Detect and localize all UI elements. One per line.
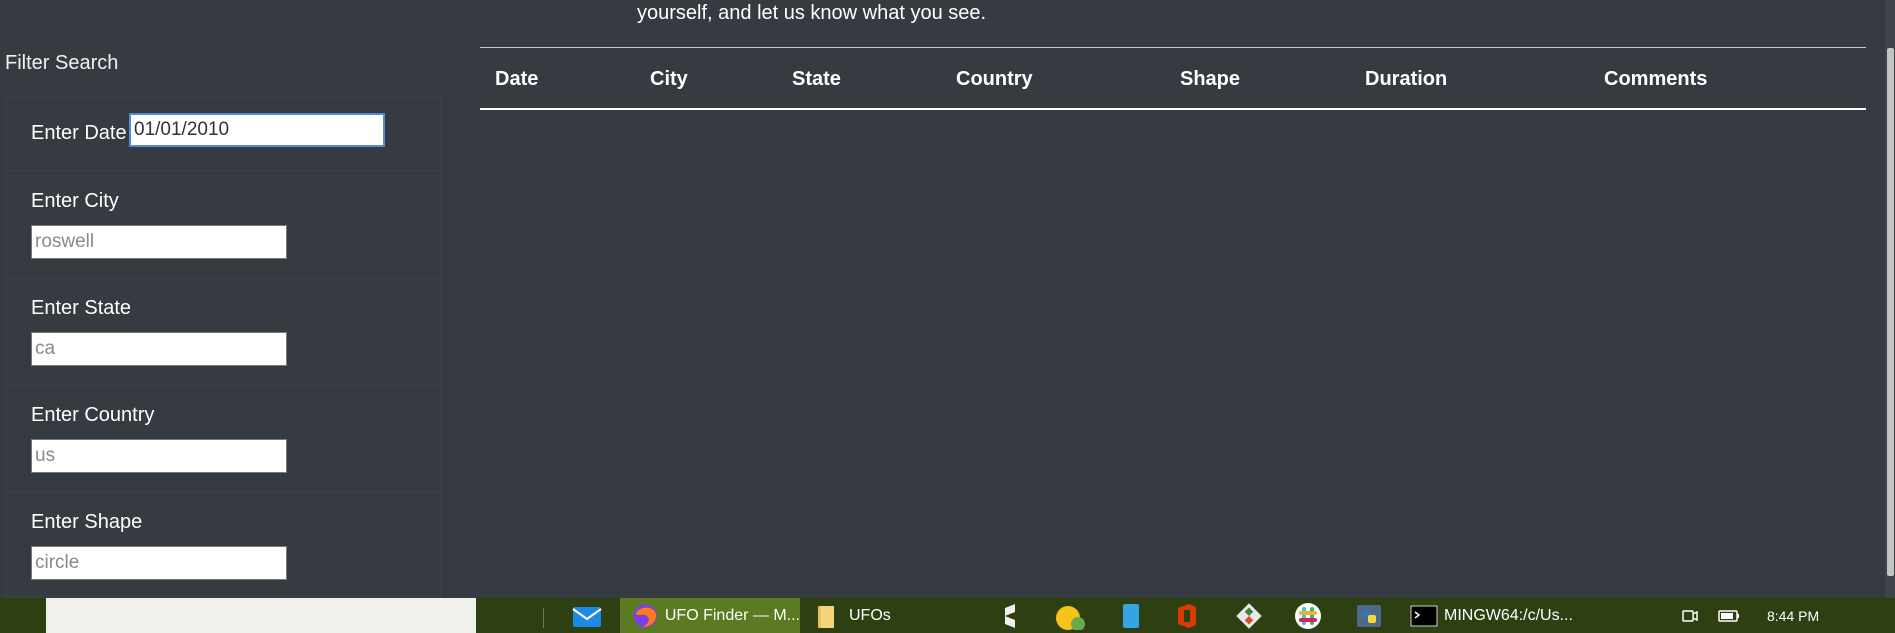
folder-icon: [818, 605, 834, 628]
taskbar-folder-window[interactable]: UFOs: [815, 598, 891, 633]
mail-button[interactable]: [572, 598, 602, 633]
column-header-state[interactable]: State: [792, 68, 841, 91]
git-button[interactable]: [1234, 598, 1264, 633]
taskbar: UFO Finder — M... UFOs MINGW64:/c/Us...: [0, 598, 1895, 633]
city-input[interactable]: [31, 225, 287, 259]
column-header-comments[interactable]: Comments: [1604, 68, 1707, 91]
page-scrollbar[interactable]: [1885, 0, 1895, 598]
mail-icon: [572, 606, 602, 627]
shape-label: Enter Shape: [31, 511, 143, 533]
city-label: Enter City: [31, 190, 119, 212]
shape-input[interactable]: [31, 546, 287, 580]
slack-icon: [1295, 602, 1321, 629]
terminal-icon: [1410, 605, 1438, 626]
state-label: Enter State: [31, 297, 132, 319]
python-button[interactable]: [1354, 598, 1384, 633]
office-button[interactable]: [1175, 598, 1199, 633]
date-label: Enter Date: [31, 122, 127, 144]
scrollbar-thumb[interactable]: [1887, 48, 1894, 576]
meet-now-button[interactable]: [1681, 598, 1699, 633]
results-table-header: Date City State Country Shape Duration C…: [480, 48, 1866, 110]
column-header-shape[interactable]: Shape: [1180, 68, 1240, 91]
firefox-icon: [633, 603, 657, 628]
battery-icon: [1718, 609, 1739, 622]
ufo-finder-page: yourself, and let us know what you see. …: [0, 0, 1895, 633]
filter-item-country: Enter Country: [7, 386, 440, 493]
column-header-duration[interactable]: Duration: [1365, 68, 1447, 91]
filter-item-date: Enter Date: [7, 98, 440, 171]
terminal-window-label: MINGW64:/c/Us...: [1444, 606, 1573, 624]
slack-button[interactable]: [1294, 598, 1322, 633]
office-icon: [1178, 603, 1196, 628]
date-input[interactable]: [129, 113, 385, 147]
phone-button[interactable]: [1121, 598, 1141, 633]
sublime-button[interactable]: [1000, 598, 1020, 633]
intro-text: yourself, and let us know what you see.: [637, 2, 987, 24]
taskbar-search-box[interactable]: [46, 598, 476, 633]
battery-button[interactable]: [1718, 598, 1740, 633]
firefox-window-label: UFO Finder — M...: [664, 606, 800, 624]
column-header-city[interactable]: City: [650, 68, 688, 91]
taskbar-clock[interactable]: 8:44 PM: [1767, 608, 1819, 624]
country-input[interactable]: [31, 439, 287, 473]
state-input[interactable]: [31, 332, 287, 366]
taskbar-separator: [543, 608, 544, 628]
filter-item-state: Enter State: [7, 279, 440, 386]
filter-item-shape: Enter Shape: [7, 493, 440, 598]
filter-item-city: Enter City: [7, 171, 440, 279]
taskbar-terminal-window[interactable]: MINGW64:/c/Us...: [1410, 598, 1573, 633]
sublime-icon: [1005, 603, 1015, 628]
folder-window-label: UFOs: [849, 606, 891, 624]
chrome-canary-icon: [1056, 605, 1085, 630]
phone-icon: [1123, 603, 1139, 628]
chrome-canary-button[interactable]: [1055, 598, 1087, 633]
filter-list: Enter Date Enter City Enter State Enter …: [6, 97, 441, 597]
country-label: Enter Country: [31, 404, 155, 426]
taskbar-firefox-window[interactable]: UFO Finder — M...: [620, 598, 800, 633]
column-header-country[interactable]: Country: [956, 68, 1033, 91]
python-icon: [1357, 604, 1381, 627]
meet-now-icon: [1682, 609, 1698, 622]
column-header-date[interactable]: Date: [495, 68, 538, 91]
git-icon: [1236, 602, 1262, 629]
filter-search-title: Filter Search: [5, 52, 119, 74]
